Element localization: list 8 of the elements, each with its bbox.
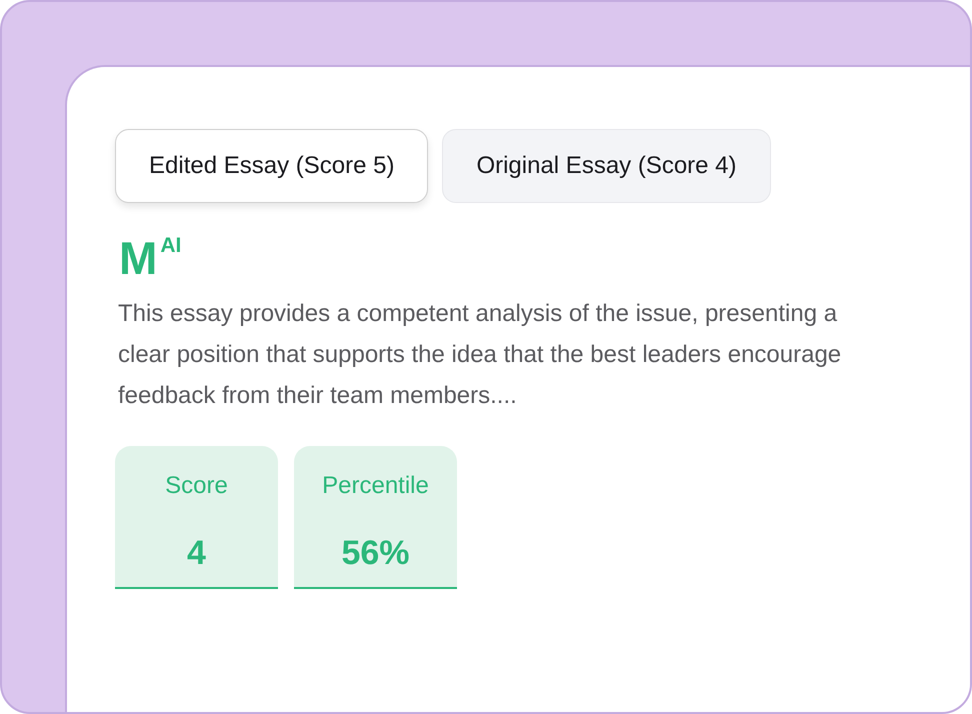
stat-label: Score (165, 472, 228, 500)
essay-summary: This essay provides a competent analysis of the issue, presenting a clear position that supports the idea that the best leaders encourage feedback from their team members.... (118, 299, 842, 411)
stat-value: 4 (187, 534, 206, 573)
stat-label: Percentile (322, 472, 429, 500)
stat-value: 56% (341, 534, 410, 573)
essay-tab[interactable]: Edited Essay (Score 5) (115, 129, 428, 203)
brand-logo: M$^{AI}$ (119, 235, 182, 281)
essay-tab[interactable]: Original Essay (Score 4) (442, 129, 771, 203)
